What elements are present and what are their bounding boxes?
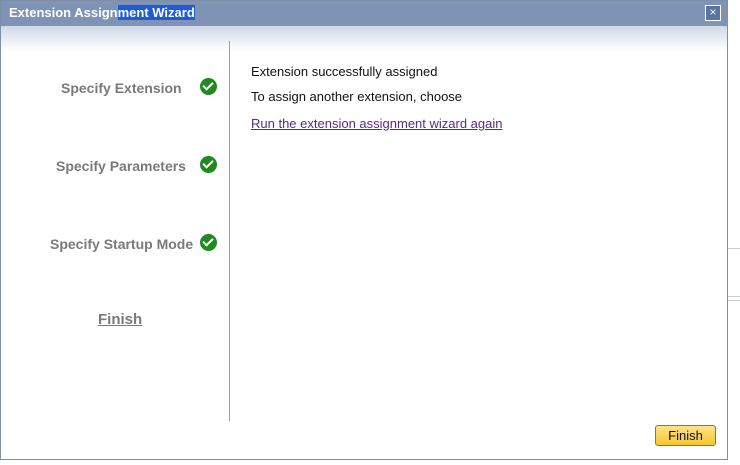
check-icon — [200, 234, 217, 251]
wizard-steps-panel: Specify Extension Specify Parameters Spe… — [1, 41, 230, 421]
success-message: Extension successfully assigned — [251, 64, 438, 79]
dialog-title-bar[interactable]: Extension Assignment Wizard × — [1, 1, 727, 26]
step-label: Specify Startup Mode — [50, 236, 194, 252]
background-line — [728, 248, 740, 249]
dialog-title: Extension Assignment Wizard — [9, 5, 195, 21]
instruction-message: To assign another extension, choose — [251, 89, 463, 104]
extension-assignment-dialog: Extension Assignment Wizard × Specify Ex… — [0, 0, 728, 460]
step-specify-startup-mode: Specify Startup Mode — [1, 232, 230, 256]
finish-button[interactable]: Finish — [655, 425, 716, 446]
panel-divider — [229, 41, 230, 421]
rerun-wizard-link[interactable]: Run the extension assignment wizard agai… — [251, 116, 502, 131]
check-icon — [200, 78, 217, 95]
close-button[interactable]: × — [705, 5, 721, 21]
step-specify-parameters: Specify Parameters — [1, 154, 230, 178]
check-icon — [200, 156, 217, 173]
background-line — [728, 300, 740, 301]
close-icon: × — [709, 5, 717, 19]
wizard-content: Extension successfully assigned To assig… — [251, 65, 502, 133]
title-text: Extension Assign — [9, 5, 118, 20]
step-specify-extension: Specify Extension — [1, 76, 230, 100]
title-selected-text: ment Wizard — [117, 5, 195, 20]
step-finish-link[interactable]: Finish — [98, 311, 142, 328]
background-line — [728, 296, 740, 297]
step-label: Specify Extension — [61, 80, 182, 96]
step-label: Specify Parameters — [56, 158, 186, 174]
